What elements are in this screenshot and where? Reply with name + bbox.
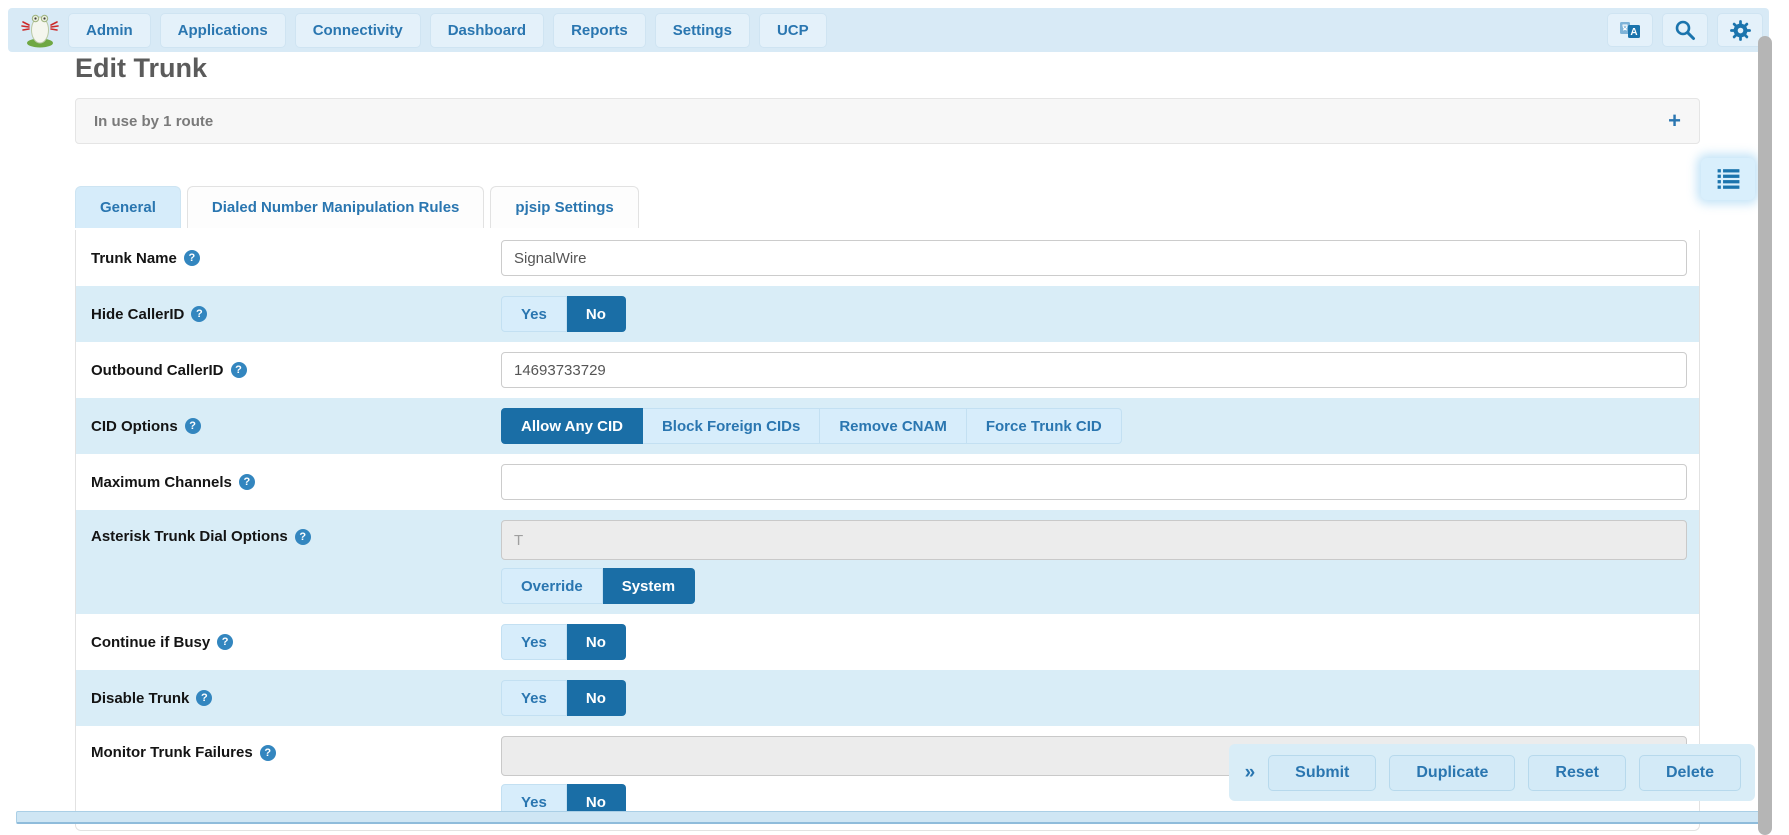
disable-trunk-yes-button[interactable]: Yes (501, 680, 567, 716)
dial-options-label: Asterisk Trunk Dial Options (91, 528, 288, 545)
disable-trunk-label: Disable Trunk (91, 690, 189, 707)
trunk-name-row: Trunk Name ? (76, 230, 1699, 286)
hide-callerid-no-button[interactable]: No (567, 296, 626, 332)
submit-button[interactable]: Submit (1268, 755, 1376, 791)
language-icon: A (1617, 18, 1643, 42)
help-icon[interactable]: ? (239, 474, 255, 490)
bottom-panel-edge (16, 811, 1771, 824)
cid-options-row: CID Options ? Allow Any CID Block Foreig… (76, 398, 1699, 454)
trunk-name-input[interactable] (501, 240, 1687, 276)
general-tab-panel: Trunk Name ? Hide CallerID ? Yes No Outb… (75, 230, 1700, 831)
dial-options-system-button[interactable]: System (603, 568, 695, 604)
search-button[interactable] (1662, 13, 1708, 47)
side-list-toggle[interactable] (1701, 158, 1755, 200)
cid-allow-any-button[interactable]: Allow Any CID (501, 408, 643, 444)
freepbx-frog-logo[interactable] (20, 10, 60, 50)
cid-block-foreign-button[interactable]: Block Foreign CIDs (643, 408, 820, 444)
nav-right-icons: A (1607, 13, 1763, 47)
dial-options-override-button[interactable]: Override (501, 568, 603, 604)
hide-callerid-toggle: Yes No (501, 296, 626, 332)
duplicate-button[interactable]: Duplicate (1389, 755, 1515, 791)
outbound-callerid-label: Outbound CallerID (91, 362, 224, 379)
dial-options-row: Asterisk Trunk Dial Options ? Override S… (76, 510, 1699, 614)
nav-item-connectivity[interactable]: Connectivity (295, 13, 421, 48)
collapse-chevron-icon[interactable]: » (1245, 762, 1256, 784)
monitor-trunk-failures-label: Monitor Trunk Failures (91, 744, 253, 761)
trunk-name-label-wrap: Trunk Name ? (91, 250, 501, 267)
nav-item-settings[interactable]: Settings (655, 13, 750, 48)
disable-trunk-row: Disable Trunk ? Yes No (76, 670, 1699, 726)
cid-options-toggle: Allow Any CID Block Foreign CIDs Remove … (501, 408, 1122, 444)
help-icon[interactable]: ? (217, 634, 233, 650)
list-icon (1715, 167, 1742, 191)
svg-text:A: A (1630, 27, 1637, 38)
continue-if-busy-row: Continue if Busy ? Yes No (76, 614, 1699, 670)
tab-dialed-number-manipulation-rules[interactable]: Dialed Number Manipulation Rules (187, 186, 485, 228)
hide-callerid-row: Hide CallerID ? Yes No (76, 286, 1699, 342)
delete-button[interactable]: Delete (1639, 755, 1741, 791)
dial-options-toggle: Override System (501, 568, 1687, 604)
cid-force-trunk-button[interactable]: Force Trunk CID (967, 408, 1122, 444)
trunk-tabs: General Dialed Number Manipulation Rules… (75, 186, 639, 228)
trunk-name-label: Trunk Name (91, 250, 177, 267)
reset-button[interactable]: Reset (1528, 755, 1626, 791)
dial-options-input (501, 520, 1687, 560)
help-icon[interactable]: ? (260, 745, 276, 761)
maximum-channels-row: Maximum Channels ? (76, 454, 1699, 510)
continue-if-busy-label: Continue if Busy (91, 634, 210, 651)
tab-general[interactable]: General (75, 186, 181, 228)
gear-icon (1728, 18, 1753, 43)
nav-item-reports[interactable]: Reports (553, 13, 646, 48)
nav-menu: Admin Applications Connectivity Dashboar… (68, 13, 827, 48)
hide-callerid-label: Hide CallerID (91, 306, 184, 323)
outbound-callerid-row: Outbound CallerID ? (76, 342, 1699, 398)
maximum-channels-input[interactable] (501, 464, 1687, 500)
nav-item-ucp[interactable]: UCP (759, 13, 827, 48)
top-navbar: Admin Applications Connectivity Dashboar… (8, 8, 1769, 52)
settings-gear-button[interactable] (1717, 13, 1763, 47)
help-icon[interactable]: ? (196, 690, 212, 706)
help-icon[interactable]: ? (184, 250, 200, 266)
continue-if-busy-no-button[interactable]: No (567, 624, 626, 660)
usage-panel[interactable]: In use by 1 route + (75, 98, 1700, 144)
outbound-callerid-input[interactable] (501, 352, 1687, 388)
help-icon[interactable]: ? (295, 529, 311, 545)
cid-options-label: CID Options (91, 418, 178, 435)
language-button[interactable]: A (1607, 13, 1653, 47)
page-title: Edit Trunk (75, 53, 207, 84)
usage-text: In use by 1 route (94, 113, 213, 130)
nav-item-dashboard[interactable]: Dashboard (430, 13, 544, 48)
cid-remove-cnam-button[interactable]: Remove CNAM (820, 408, 967, 444)
expand-plus-icon[interactable]: + (1668, 110, 1681, 132)
tab-pjsip-settings[interactable]: pjsip Settings (490, 186, 638, 228)
search-icon (1673, 18, 1697, 42)
freepbx-edit-trunk-page: Admin Applications Connectivity Dashboar… (0, 0, 1789, 835)
nav-item-applications[interactable]: Applications (160, 13, 286, 48)
continue-if-busy-toggle: Yes No (501, 624, 626, 660)
hide-callerid-yes-button[interactable]: Yes (501, 296, 567, 332)
maximum-channels-label: Maximum Channels (91, 474, 232, 491)
help-icon[interactable]: ? (185, 418, 201, 434)
disable-trunk-no-button[interactable]: No (567, 680, 626, 716)
disable-trunk-toggle: Yes No (501, 680, 626, 716)
continue-if-busy-yes-button[interactable]: Yes (501, 624, 567, 660)
help-icon[interactable]: ? (231, 362, 247, 378)
nav-item-admin[interactable]: Admin (68, 13, 151, 48)
help-icon[interactable]: ? (191, 306, 207, 322)
vertical-scrollbar[interactable] (1758, 36, 1772, 835)
action-bar: » Submit Duplicate Reset Delete (1229, 744, 1755, 801)
